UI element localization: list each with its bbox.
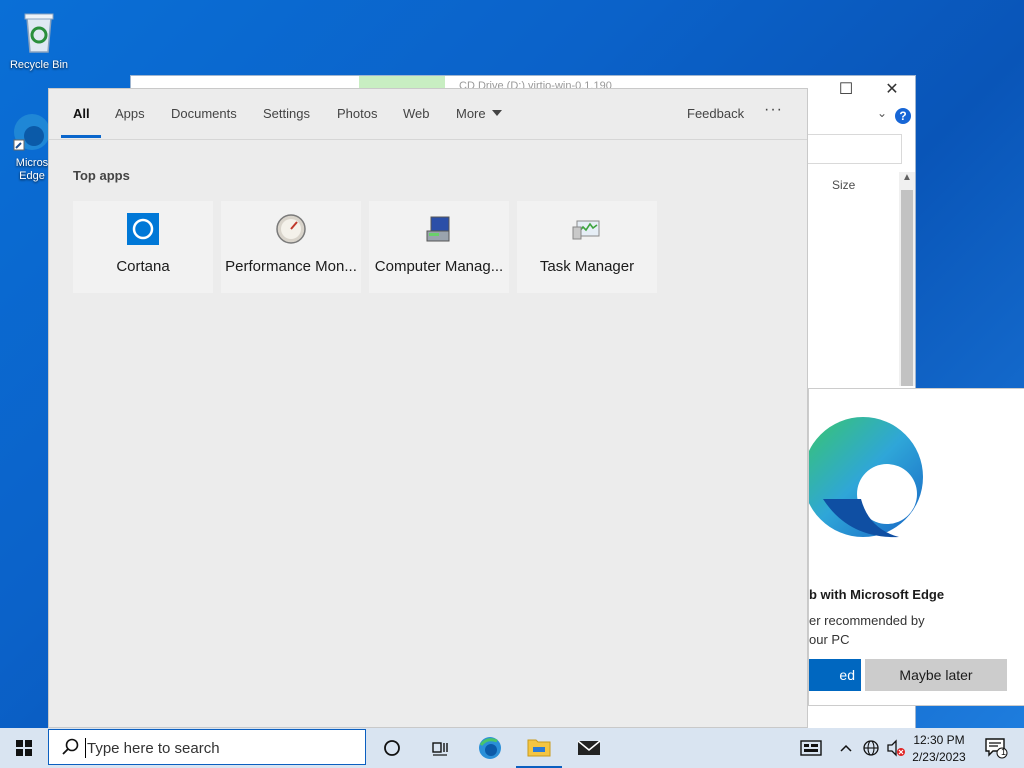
- taskbar-file-explorer-button[interactable]: [516, 728, 562, 768]
- app-tile-computer-management[interactable]: Computer Manag...: [369, 201, 509, 293]
- section-title: Top apps: [73, 168, 130, 183]
- chevron-up-icon: [840, 744, 852, 752]
- cortana-button[interactable]: [372, 728, 412, 768]
- edge-icon: [479, 737, 501, 759]
- desktop-icon-label: Recycle Bin: [9, 59, 69, 71]
- search-placeholder[interactable]: Type here to search: [87, 740, 220, 757]
- tab-apps[interactable]: Apps: [115, 106, 145, 121]
- taskbar-search-box[interactable]: Type here to search: [48, 729, 366, 765]
- volume-button[interactable]: [884, 728, 908, 768]
- app-tile-label: Task Manager: [539, 258, 635, 275]
- tab-web[interactable]: Web: [403, 106, 430, 121]
- desktop-icon-recycle-bin[interactable]: Recycle Bin: [1, 8, 77, 72]
- tab-all[interactable]: All: [73, 106, 90, 121]
- column-header-label: Size: [832, 178, 856, 192]
- edge-logo-icon: [809, 417, 923, 538]
- caret-down-icon: [491, 110, 502, 116]
- start-button[interactable]: [0, 728, 48, 768]
- task-view-icon: [432, 742, 448, 756]
- promo-body-line: er recommended by: [809, 613, 925, 628]
- recycle-bin-icon: [24, 13, 54, 53]
- app-tile-cortana[interactable]: Cortana: [73, 201, 213, 293]
- windows-logo-icon: [16, 740, 32, 756]
- taskbar-mail-button[interactable]: [566, 728, 612, 768]
- taskbar: Type here to search 12:30 PM 2/23/2023 1: [0, 728, 1024, 768]
- more-options-button[interactable]: ···: [764, 101, 783, 119]
- feedback-button[interactable]: Feedback: [687, 106, 744, 121]
- cortana-icon: [127, 213, 159, 245]
- taskbar-edge-button[interactable]: [468, 728, 512, 768]
- get-started-button[interactable]: ed: [809, 659, 861, 691]
- show-hidden-icons-button[interactable]: [836, 728, 856, 768]
- column-header-size[interactable]: Size: [807, 174, 900, 196]
- search-tabs: All Apps Documents Settings Photos Web M…: [49, 89, 807, 140]
- app-tile-task-manager[interactable]: Task Manager: [517, 201, 657, 293]
- chevron-down-icon[interactable]: ⌄: [877, 106, 887, 120]
- clock-time: 12:30 PM: [913, 733, 965, 747]
- edge-promo-dialog: b with Microsoft Edge er recommended by …: [808, 388, 1024, 706]
- mail-icon: [577, 740, 601, 755]
- folder-icon: [527, 739, 551, 757]
- maximize-button[interactable]: ☐: [823, 76, 869, 104]
- tab-photos[interactable]: Photos: [337, 106, 377, 121]
- scrollbar-thumb[interactable]: [901, 190, 913, 386]
- edge-logo-art: [809, 389, 1024, 569]
- task-view-button[interactable]: [420, 728, 460, 768]
- app-tile-performance-monitor[interactable]: Performance Mon...: [221, 201, 361, 293]
- app-tile-label: Performance Mon...: [225, 258, 357, 275]
- edge-icon: [13, 114, 50, 151]
- promo-body: er recommended by our PC: [809, 611, 925, 649]
- maybe-later-button[interactable]: Maybe later: [865, 659, 1007, 691]
- promo-headline: b with Microsoft Edge: [809, 587, 945, 602]
- scroll-up-arrow-icon[interactable]: ▲: [902, 172, 912, 183]
- notification-count: 1: [1001, 747, 1007, 757]
- search-field[interactable]: [807, 134, 902, 164]
- tab-more-label: More: [456, 106, 486, 121]
- text-cursor: [85, 738, 86, 758]
- task-manager-icon: [572, 220, 600, 240]
- clock[interactable]: 12:30 PM 2/23/2023: [908, 731, 970, 767]
- app-tile-label: Cortana: [116, 258, 170, 275]
- computer-management-icon: [426, 216, 450, 242]
- performance-monitor-icon: [276, 214, 306, 244]
- network-button[interactable]: [860, 728, 882, 768]
- app-tile-label: Computer Manag...: [374, 258, 504, 275]
- tab-more[interactable]: More: [456, 106, 502, 121]
- desktop-icon-label: Micros Edge: [15, 157, 49, 182]
- volume-muted-icon: [887, 739, 905, 757]
- clock-date: 2/23/2023: [912, 750, 966, 764]
- input-indicator-icon: [800, 740, 822, 756]
- keyboard-layout-button[interactable]: [794, 728, 828, 768]
- vertical-scrollbar[interactable]: ▲: [899, 172, 915, 386]
- help-icon[interactable]: ?: [895, 108, 911, 124]
- tab-documents[interactable]: Documents: [171, 106, 237, 121]
- globe-icon: [863, 740, 879, 756]
- search-icon: [62, 738, 79, 755]
- active-tab-indicator: [61, 135, 101, 138]
- close-button[interactable]: ✕: [869, 76, 915, 104]
- tab-settings[interactable]: Settings: [263, 106, 310, 121]
- search-panel: All Apps Documents Settings Photos Web M…: [48, 88, 808, 728]
- promo-body-line: our PC: [809, 632, 850, 647]
- cortana-circle-icon: [384, 740, 400, 756]
- action-center-button[interactable]: 1: [976, 728, 1016, 768]
